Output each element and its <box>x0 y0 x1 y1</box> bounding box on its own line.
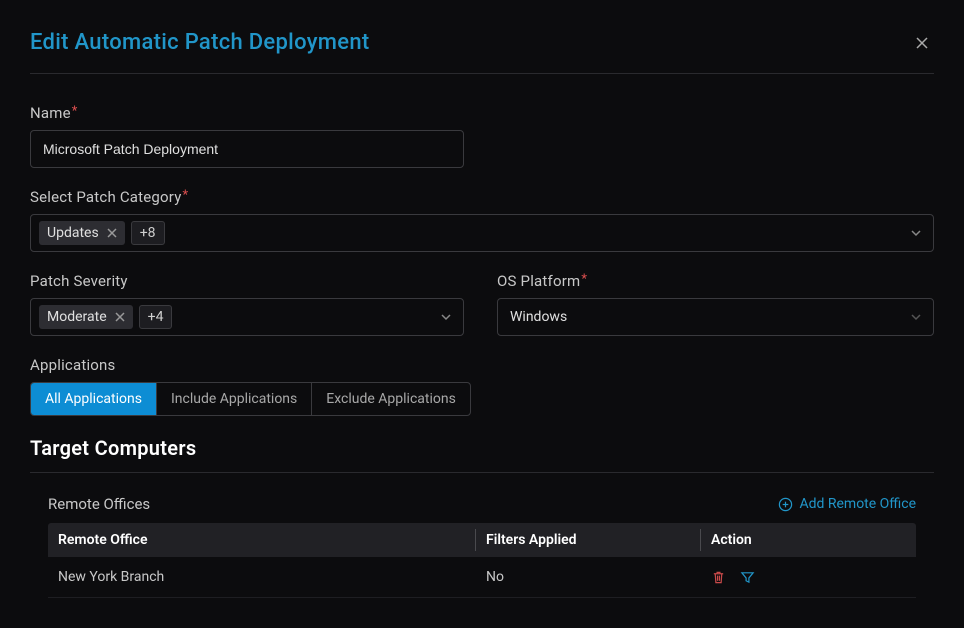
category-tag: Updates <box>39 221 125 245</box>
modal-title: Edit Automatic Patch Deployment <box>30 30 370 55</box>
remote-offices-title: Remote Offices <box>48 495 150 513</box>
delete-button[interactable] <box>711 570 726 585</box>
form-body: Name* Select Patch Category* Updates <box>30 74 934 598</box>
chevron-down-icon <box>439 310 453 324</box>
severity-more-badge[interactable]: +4 <box>139 305 173 329</box>
tag-label: Moderate <box>47 309 107 325</box>
remote-offices-table: Remote Office Filters Applied Action New… <box>48 523 916 598</box>
category-group: Select Patch Category* Updates +8 <box>30 188 934 252</box>
cell-actions <box>701 557 916 597</box>
close-button[interactable] <box>910 31 934 55</box>
severity-select[interactable]: Moderate +4 <box>30 298 464 336</box>
chevron-down-icon <box>909 310 923 324</box>
platform-label: OS Platform* <box>497 272 934 290</box>
tab-exclude-applications[interactable]: Exclude Applications <box>312 383 470 415</box>
applications-label: Applications <box>30 356 471 374</box>
required-star: * <box>183 188 189 203</box>
filter-icon <box>740 570 755 585</box>
tag-remove-button[interactable] <box>107 228 117 238</box>
th-remote-office: Remote Office <box>48 523 476 557</box>
tab-all-applications[interactable]: All Applications <box>31 383 157 415</box>
name-label: Name* <box>30 104 464 122</box>
tag-remove-button[interactable] <box>115 312 125 322</box>
platform-select[interactable]: Windows <box>497 298 934 336</box>
th-filters-applied: Filters Applied <box>476 523 701 557</box>
add-remote-office-button[interactable]: Add Remote Office <box>778 496 916 512</box>
applications-group: Applications All Applications Include Ap… <box>30 356 471 416</box>
remote-offices-header: Remote Offices Add Remote Office <box>48 495 916 513</box>
tag-label: Updates <box>47 225 99 241</box>
category-more-badge[interactable]: +8 <box>131 221 165 245</box>
trash-icon <box>711 570 726 585</box>
table-header: Remote Office Filters Applied Action <box>48 523 916 557</box>
target-computers-title: Target Computers <box>30 436 934 473</box>
applications-tabs: All Applications Include Applications Ex… <box>30 382 471 416</box>
severity-group: Patch Severity Moderate +4 <box>30 272 467 336</box>
severity-tag: Moderate <box>39 305 133 329</box>
required-star: * <box>581 272 587 287</box>
plus-circle-icon <box>778 497 793 512</box>
cell-office: New York Branch <box>48 557 476 597</box>
platform-group: OS Platform* Windows <box>497 272 934 336</box>
platform-value: Windows <box>510 309 567 325</box>
category-select[interactable]: Updates +8 <box>30 214 934 252</box>
category-label: Select Patch Category* <box>30 188 934 206</box>
cell-filters: No <box>476 557 701 597</box>
required-star: * <box>72 104 78 119</box>
edit-deployment-modal: Edit Automatic Patch Deployment Name* Se… <box>0 0 964 628</box>
table-row: New York Branch No <box>48 557 916 598</box>
severity-label: Patch Severity <box>30 272 467 290</box>
tab-include-applications[interactable]: Include Applications <box>157 383 312 415</box>
close-icon <box>914 35 930 51</box>
close-icon <box>115 312 125 322</box>
th-action: Action <box>701 523 916 557</box>
name-group: Name* <box>30 104 464 168</box>
modal-header: Edit Automatic Patch Deployment <box>30 30 934 74</box>
chevron-down-icon <box>909 226 923 240</box>
filter-button[interactable] <box>740 570 755 585</box>
name-input[interactable] <box>30 130 464 168</box>
close-icon <box>107 228 117 238</box>
remote-offices-section: Remote Offices Add Remote Office Remote … <box>30 495 934 598</box>
